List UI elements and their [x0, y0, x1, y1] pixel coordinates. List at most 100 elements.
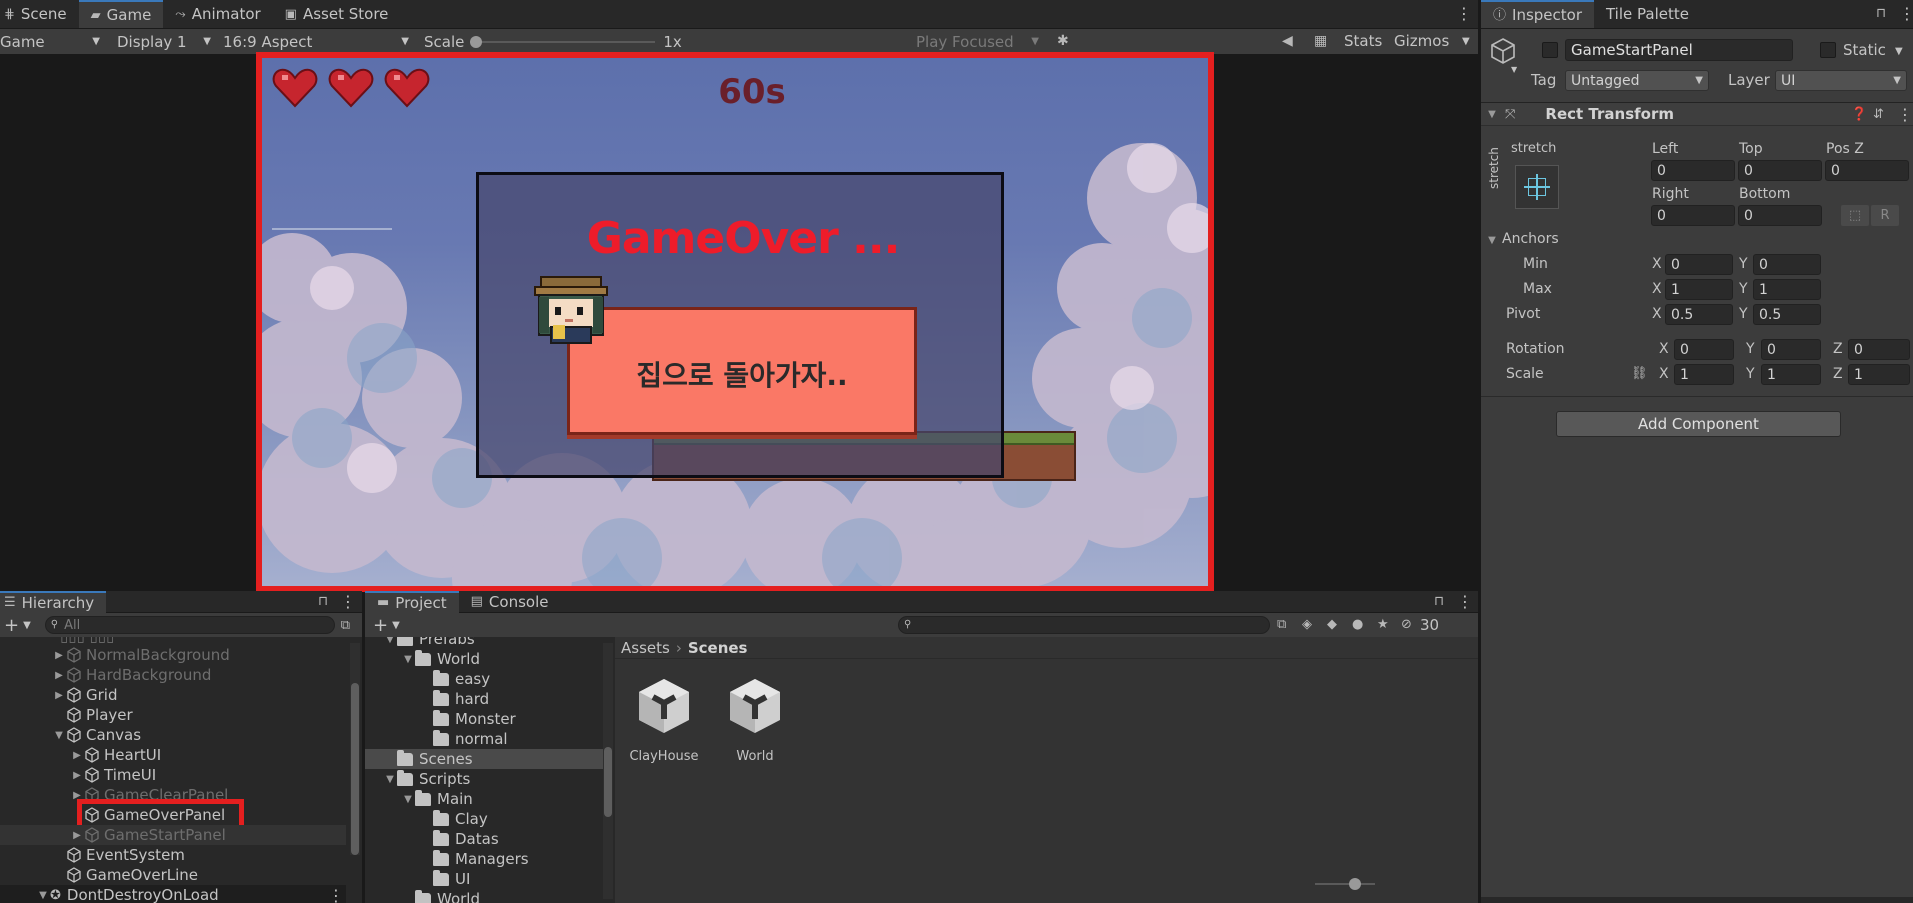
hierarchy-item[interactable]: ▶ Grid: [0, 685, 346, 705]
log-icon[interactable]: ●: [1352, 618, 1363, 631]
chevron-down-icon[interactable]: ▼: [383, 637, 397, 645]
tab-project[interactable]: ▬ Project: [365, 590, 459, 613]
audio-icon[interactable]: ◀: [1282, 34, 1293, 48]
hierarchy-item[interactable]: Player: [0, 705, 346, 725]
raw-edit-button[interactable]: R: [1871, 205, 1899, 226]
bug-icon[interactable]: ✱: [1057, 34, 1069, 48]
project-folder-item[interactable]: ▼ Main: [365, 789, 603, 809]
tab-asset-store[interactable]: ▣ Asset Store: [273, 0, 401, 28]
hierarchy-search-input[interactable]: ⚲ All: [44, 616, 335, 634]
right-input[interactable]: 0: [1651, 205, 1735, 226]
hidden-eye-icon[interactable]: ⊘: [1401, 618, 1412, 631]
help-icon[interactable]: ❓: [1851, 108, 1867, 121]
asset-world[interactable]: World: [720, 675, 790, 764]
project-folder-item[interactable]: World: [365, 889, 603, 903]
project-folder-item[interactable]: UI: [365, 869, 603, 889]
scene-menu-icon[interactable]: ⋮: [328, 886, 344, 903]
left-input[interactable]: 0: [1651, 160, 1735, 181]
hierarchy-item[interactable]: ▼ Canvas: [0, 725, 346, 745]
zoom-slider[interactable]: [1315, 878, 1375, 890]
anchor-min-x-input[interactable]: 0: [1665, 254, 1733, 275]
add-component-button[interactable]: Add Component: [1556, 411, 1841, 437]
chevron-right-icon[interactable]: ▶: [52, 670, 66, 681]
bottom-input[interactable]: 0: [1738, 205, 1822, 226]
rotation-z-input[interactable]: 0: [1848, 339, 1910, 360]
chevron-right-icon[interactable]: ▶: [70, 790, 84, 801]
lock-icon[interactable]: ⊓: [1876, 7, 1886, 20]
hierarchy-item-ddol[interactable]: ▼ ✪ DontDestroyOnLoad ⋮: [0, 885, 346, 903]
hierarchy-item[interactable]: ▶ TimeUI: [0, 765, 346, 785]
project-folder-item[interactable]: ▼ World: [365, 649, 603, 669]
asset-clayhouse[interactable]: ClayHouse: [629, 675, 699, 764]
chevron-down-icon[interactable]: ▼: [1485, 235, 1499, 246]
tab-tile-palette[interactable]: Tile Palette: [1594, 0, 1701, 28]
hierarchy-item[interactable]: EventSystem: [0, 845, 346, 865]
anchor-preset-button[interactable]: [1515, 165, 1559, 209]
add-icon[interactable]: +: [4, 615, 19, 636]
anchor-max-y-input[interactable]: 1: [1753, 279, 1821, 300]
project-tree-scrollbar[interactable]: [603, 643, 613, 899]
active-checkbox[interactable]: [1542, 42, 1558, 58]
chevron-down-icon[interactable]: ▼: [23, 620, 31, 631]
rect-transform-header[interactable]: ▼ ⤧ Rect Transform ❓ ⇵ ⋮: [1481, 102, 1913, 126]
chevron-down-icon[interactable]: ▼: [401, 794, 415, 805]
tab-game[interactable]: ▰ Game: [78, 0, 164, 28]
play-mode-dropdown[interactable]: Play Focused ▼: [910, 29, 1045, 54]
tab-animator[interactable]: ⤳ Animator: [163, 0, 272, 28]
anchor-max-x-input[interactable]: 1: [1665, 279, 1733, 300]
project-folder-item[interactable]: easy: [365, 669, 603, 689]
chevron-right-icon[interactable]: ▶: [70, 750, 84, 761]
pivot-y-input[interactable]: 0.5: [1753, 304, 1821, 325]
lock-icon[interactable]: ⊓: [1434, 595, 1444, 608]
hierarchy-item[interactable]: ▶ HeartUI: [0, 745, 346, 765]
chevron-down-icon[interactable]: ▼: [383, 774, 397, 785]
top-input[interactable]: 0: [1738, 160, 1822, 181]
hierarchy-item[interactable]: ▶ GameStartPanel: [0, 825, 346, 845]
project-menu-icon[interactable]: ⋮: [1457, 592, 1473, 611]
hierarchy-scrollbar[interactable]: [350, 643, 360, 855]
breadcrumb-assets[interactable]: Assets: [621, 639, 670, 657]
scale-slider-thumb[interactable]: [470, 35, 483, 48]
add-icon[interactable]: +: [373, 615, 388, 636]
tab-console[interactable]: ▤ Console: [459, 591, 561, 613]
display-dropdown[interactable]: Display 1 ▼: [111, 29, 217, 54]
project-folder-item[interactable]: normal: [365, 729, 603, 749]
grid-view-icon[interactable]: ▦: [1314, 34, 1327, 48]
scale-slider[interactable]: [470, 35, 656, 49]
message-box[interactable]: 집으로 돌아가자..: [567, 307, 917, 435]
hierarchy-item[interactable]: ▶ HardBackground: [0, 665, 346, 685]
game-screen[interactable]: 60s GameOver ... 집으로 돌아가자..: [256, 52, 1214, 592]
search-options-icon[interactable]: ⧉: [341, 619, 350, 632]
project-folder-item[interactable]: Clay: [365, 809, 603, 829]
chevron-down-icon[interactable]: ▼: [1895, 46, 1903, 57]
project-folder-item[interactable]: Monster: [365, 709, 603, 729]
chevron-down-icon[interactable]: ▼: [1511, 65, 1517, 74]
game-view-menu-icon[interactable]: ⋮: [1456, 4, 1472, 23]
scale-z-input[interactable]: 1: [1848, 364, 1910, 385]
hierarchy-menu-icon[interactable]: ⋮: [340, 592, 356, 611]
project-folder-item[interactable]: Scenes: [365, 749, 603, 769]
chevron-down-icon[interactable]: ▼: [392, 620, 400, 631]
static-checkbox[interactable]: [1820, 42, 1836, 58]
pivot-x-input[interactable]: 0.5: [1665, 304, 1733, 325]
label-icon[interactable]: ◆: [1327, 618, 1337, 631]
scale-x-input[interactable]: 1: [1674, 364, 1734, 385]
link-icon[interactable]: ⛓: [1631, 367, 1648, 380]
chevron-down-icon[interactable]: ▼: [36, 890, 50, 901]
tab-inspector[interactable]: ⓘ Inspector: [1481, 0, 1594, 28]
hierarchy-item[interactable]: ▶ GameClearPanel: [0, 785, 346, 805]
chevron-right-icon[interactable]: ▶: [70, 830, 84, 841]
object-name-input[interactable]: GameStartPanel: [1565, 39, 1793, 61]
gizmos-dropdown-icon[interactable]: ▼: [1462, 36, 1470, 47]
rotation-x-input[interactable]: 0: [1674, 339, 1734, 360]
project-folder-item[interactable]: ▼ Scripts: [365, 769, 603, 789]
chevron-right-icon[interactable]: ▶: [70, 770, 84, 781]
tab-hierarchy[interactable]: ☰ Hierarchy: [0, 590, 107, 613]
chevron-down-icon[interactable]: ▼: [401, 654, 415, 665]
tag-dropdown[interactable]: Untagged ▼: [1565, 70, 1709, 91]
gizmos-button[interactable]: Gizmos: [1394, 32, 1449, 50]
search-options-icon[interactable]: ⧉: [1277, 618, 1286, 631]
zoom-slider-thumb[interactable]: [1349, 878, 1361, 890]
anchor-min-y-input[interactable]: 0: [1753, 254, 1821, 275]
aspect-dropdown[interactable]: 16:9 Aspect ▼: [217, 29, 415, 54]
